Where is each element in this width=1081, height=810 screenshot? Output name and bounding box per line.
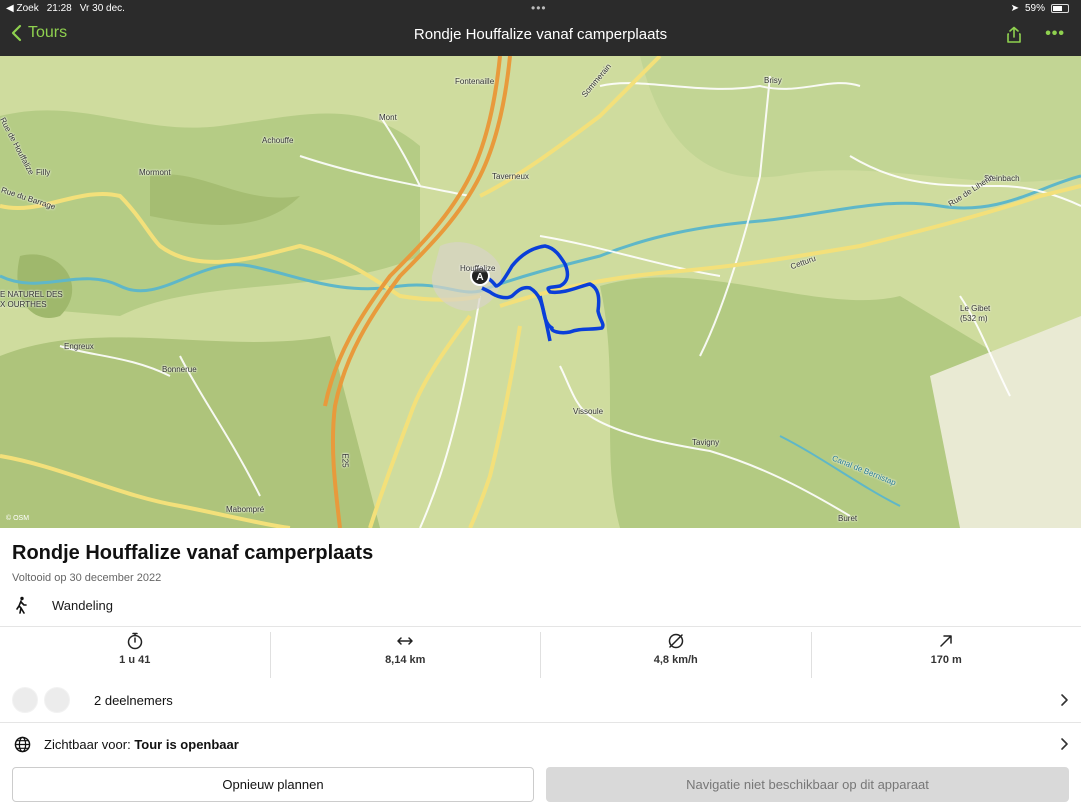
stopwatch-icon (127, 632, 142, 650)
participants-row[interactable]: 2 deelnemers (0, 686, 1081, 714)
navigation-button: Navigatie niet beschikbaar op dit appara… (546, 767, 1069, 802)
stat-speed-value: 4,8 km/h (653, 654, 698, 666)
battery-icon (1051, 4, 1069, 13)
stat-duration-value: 1 u 41 (119, 654, 151, 666)
top-bar: ◀ Zoek 21:28 Vr 30 dec. ••• ➤ 59% Tours … (0, 0, 1081, 56)
stat-elevation: 170 m (810, 632, 1081, 678)
participants-label: 2 deelnemers (94, 692, 173, 708)
status-time: 21:28 (46, 3, 72, 14)
start-marker-label: A (476, 272, 483, 283)
distance-arrows-icon (397, 637, 413, 645)
map-canvas: A (0, 56, 1081, 528)
map-attribution[interactable]: © OSM (6, 515, 29, 522)
map-label: Mormont (139, 168, 171, 177)
stat-distance-value: 8,14 km (385, 654, 426, 666)
map-label: Mont (379, 113, 397, 122)
map-label: E25 (340, 453, 350, 468)
map-label: X OURTHES (0, 300, 47, 309)
multitask-dots[interactable]: ••• (531, 1, 547, 15)
bottom-action-bar: Opnieuw plannen Navigatie niet beschikba… (0, 760, 1081, 810)
tour-title: Rondje Houffalize vanaf camperplaats (12, 542, 374, 564)
completed-date: Voltooid op 30 december 2022 (12, 572, 162, 584)
chevron-right-icon (1061, 738, 1068, 750)
map-label: Engreux (64, 342, 94, 351)
tour-stats: 1 u 41 8,14 km 4,8 km/h 170 m (0, 632, 1081, 678)
hiking-icon (16, 596, 27, 614)
more-options-icon[interactable]: ••• (1045, 25, 1065, 43)
map-label: Fontenaille (455, 77, 495, 86)
visibility-prefix: Zichtbaar voor: (44, 736, 135, 752)
divider (0, 722, 1081, 723)
stat-speed: 4,8 km/h (540, 632, 811, 678)
visibility-row[interactable]: Zichtbaar voor: Tour is openbaar (0, 734, 1081, 754)
battery-percent: 59% (1024, 3, 1045, 14)
avatar (44, 687, 70, 713)
map-label: Buret (838, 514, 858, 523)
globe-icon (14, 736, 31, 752)
stat-duration: 1 u 41 (0, 632, 270, 678)
map-label: Vissoule (573, 407, 604, 416)
map-label: Brisy (764, 76, 782, 85)
average-icon (668, 633, 683, 649)
map-label: Taverneux (492, 172, 529, 181)
stat-distance: 8,14 km (269, 632, 541, 678)
map-label: E NATUREL DES (0, 290, 63, 299)
map-label: Bonnerue (162, 365, 197, 374)
status-bar: ◀ Zoek 21:28 Vr 30 dec. ••• ➤ 59% (0, 0, 1081, 16)
elevation-arrow-icon (940, 635, 952, 647)
sport-type: Wandeling (12, 596, 113, 614)
map-label: (532 m) (960, 314, 988, 323)
avatar (12, 687, 38, 713)
sport-label: Wandeling (52, 597, 113, 613)
location-icon: ➤ (1010, 3, 1019, 14)
page-title: Rondje Houffalize vanaf camperplaats (413, 26, 668, 43)
participant-avatars (12, 687, 70, 713)
map-label: Le Gibet (960, 304, 991, 313)
status-date: Vr 30 dec. (79, 3, 125, 14)
back-to-app[interactable]: ◀ Zoek (6, 3, 39, 14)
visibility-value: Tour is openbaar (134, 736, 239, 752)
stat-elevation-value: 170 m (930, 654, 962, 666)
map-label: Tavigny (692, 438, 720, 447)
map-label: Houffalize (460, 264, 496, 273)
map-label: Filly (36, 168, 51, 177)
divider (0, 626, 1081, 627)
visibility-label: Zichtbaar voor: Tour is openbaar (44, 737, 239, 752)
chevron-right-icon (1061, 694, 1068, 706)
tour-map[interactable]: A Fontenaille Brisy Mont Achouffe Filly … (0, 56, 1081, 528)
map-label: Achouffe (262, 136, 294, 145)
replan-button[interactable]: Opnieuw plannen (12, 767, 534, 802)
map-label: Mabompré (226, 505, 265, 514)
share-icon[interactable] (1005, 26, 1023, 44)
